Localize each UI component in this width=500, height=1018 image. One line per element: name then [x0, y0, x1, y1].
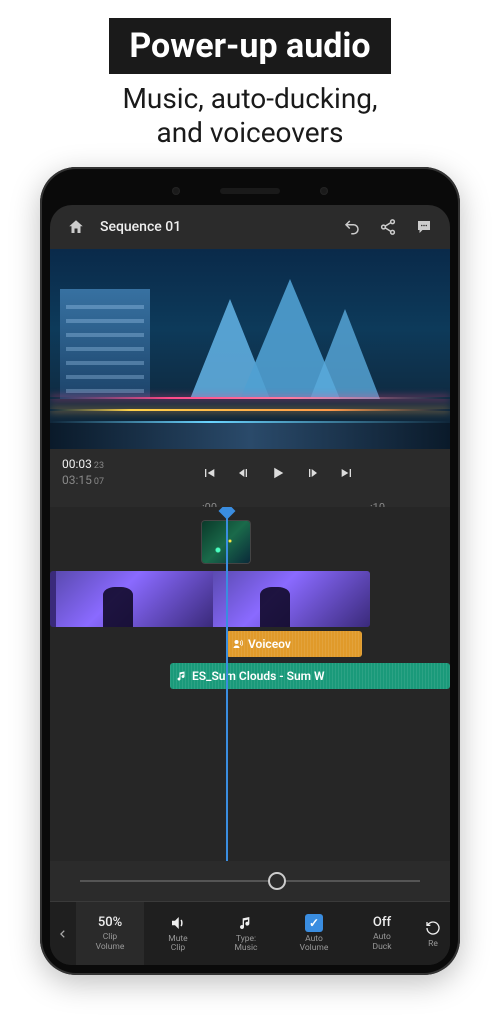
share-icon[interactable] — [376, 215, 400, 239]
voiceover-clip[interactable]: Voiceov — [226, 631, 362, 657]
mute-clip-tool[interactable]: MuteClip — [144, 902, 212, 965]
video-clip[interactable] — [50, 571, 370, 627]
reset-tool[interactable]: Re — [416, 902, 450, 965]
frame-forward-icon[interactable] — [305, 464, 321, 482]
timeline-ruler[interactable]: :00 :10 — [50, 497, 450, 507]
zoom-slider[interactable] — [50, 861, 450, 901]
music-clip[interactable]: ES_Sum Clouds - Sum W — [170, 663, 450, 689]
frame-back-icon[interactable] — [235, 464, 251, 482]
voiceover-icon — [232, 638, 244, 650]
audio-type-tool[interactable]: Type:Music — [212, 902, 280, 965]
music-note-icon — [176, 670, 188, 682]
music-icon — [238, 914, 254, 932]
playhead[interactable] — [226, 507, 228, 862]
check-icon: ✓ — [305, 914, 323, 932]
volume-icon — [169, 914, 187, 932]
audio-toolbar: 50% ClipVolume MuteClip Type:Music ✓ Aut… — [50, 901, 450, 965]
reset-icon — [425, 919, 441, 937]
video-preview[interactable] — [50, 249, 450, 449]
auto-volume-tool[interactable]: ✓ AutoVolume — [280, 902, 348, 965]
top-bar: Sequence 01 — [50, 205, 450, 249]
skip-end-icon[interactable] — [339, 464, 355, 482]
app-screen: Sequence 01 00:032 — [50, 205, 450, 965]
timecode: 00:0323 03:1507 — [62, 457, 104, 488]
timeline[interactable]: Voiceov ES_Sum Clouds - Sum W — [50, 507, 450, 862]
promo-title: Power-up audio — [109, 18, 390, 74]
undo-icon[interactable] — [340, 215, 364, 239]
home-icon[interactable] — [64, 215, 88, 239]
play-icon[interactable] — [269, 464, 287, 482]
toolbar-back-icon[interactable] — [50, 927, 76, 941]
promo-subtitle: Music, auto-ducking, and voiceovers — [0, 82, 500, 149]
skip-start-icon[interactable] — [201, 464, 217, 482]
auto-duck-tool[interactable]: Off AutoDuck — [348, 902, 416, 965]
comment-icon[interactable] — [412, 215, 436, 239]
clip-volume-tool[interactable]: 50% ClipVolume — [76, 902, 144, 965]
playback-bar: 00:0323 03:1507 — [50, 449, 450, 496]
phone-frame: Sequence 01 00:032 — [40, 167, 460, 975]
sequence-title: Sequence 01 — [100, 219, 328, 235]
zoom-handle[interactable] — [268, 872, 286, 890]
